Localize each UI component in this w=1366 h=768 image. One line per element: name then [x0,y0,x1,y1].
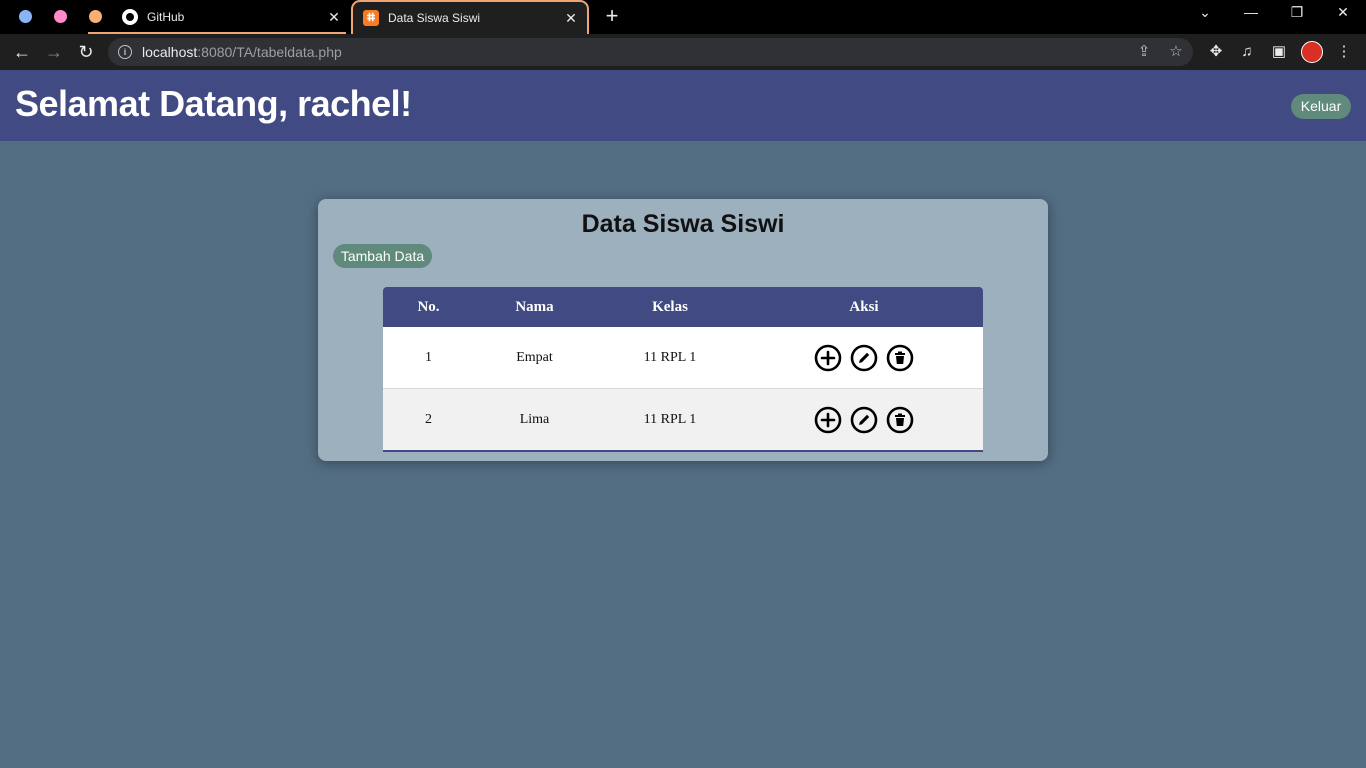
logout-button[interactable]: Keluar [1291,94,1351,119]
data-card: Data Siswa Siswi Tambah Data No. Nama Ke… [318,199,1048,461]
close-icon[interactable]: ✕ [324,9,344,26]
cell-no: 2 [425,411,432,427]
forward-icon[interactable]: → [42,40,66,64]
tab-github[interactable]: GitHub ✕ [88,0,350,34]
cell-no: 1 [425,349,432,365]
student-table: No. Nama Kelas Aksi 1 Empat 11 RPL 1 2 L… [383,287,983,452]
edit-icon[interactable] [850,344,878,372]
table-row: 1 Empat 11 RPL 1 [383,327,983,389]
cell-actions [745,406,983,434]
card-title: Data Siswa Siswi [581,210,785,238]
cell-kelas: 11 RPL 1 [643,349,697,365]
close-icon[interactable]: ✕ [561,10,581,27]
tab-search-icon[interactable]: ⌄ [1185,4,1225,21]
restore-icon[interactable]: ❐ [1277,4,1317,21]
github-icon [122,9,138,25]
column-header: No. [417,298,440,315]
welcome-heading: Selamat Datang, rachel! [15,83,412,124]
side-panel-icon[interactable]: ▣ [1269,42,1289,62]
tab-title: GitHub [147,10,185,24]
more-menu-icon[interactable]: ⋮ [1334,42,1354,62]
address-bar[interactable]: i localhost:8080/TA/tabeldata.php ⇪ ☆ [108,38,1193,66]
cell-nama: Empat [516,349,553,365]
cell-actions [745,344,983,372]
tab-group-blue[interactable] [19,10,32,23]
new-tab-icon[interactable]: + [600,5,624,27]
back-icon[interactable]: ← [10,40,34,64]
cell-nama: Lima [519,411,550,427]
minimize-icon[interactable]: — [1231,4,1271,20]
delete-icon[interactable] [886,406,914,434]
page-header: Selamat Datang, rachel! Keluar [0,70,1366,141]
column-header: Kelas [652,298,688,315]
tab-group-orange[interactable] [89,10,102,23]
tab-data-siswa-siswi[interactable]: ⵌ Data Siswa Siswi ✕ [351,0,589,34]
table-header: No. Nama Kelas Aksi [383,287,983,327]
column-header: Aksi [849,298,879,315]
xampp-icon: ⵌ [363,10,379,26]
window-close-icon[interactable]: ✕ [1323,4,1363,21]
tab-group-pink[interactable] [54,10,67,23]
cell-kelas: 11 RPL 1 [643,411,697,427]
tab-title: Data Siswa Siswi [388,11,481,25]
bookmark-star-icon[interactable]: ☆ [1166,42,1186,62]
site-info-icon[interactable]: i [118,45,132,59]
media-control-icon[interactable]: ♫ [1237,42,1257,62]
share-icon[interactable]: ⇪ [1134,42,1154,62]
url-text[interactable]: localhost:8080/TA/tabeldata.php [142,44,342,60]
browser-toolbar: ← → ↻ i localhost:8080/TA/tabeldata.php … [0,34,1366,70]
edit-icon[interactable] [850,406,878,434]
profile-avatar[interactable] [1301,41,1323,63]
delete-icon[interactable] [886,344,914,372]
add-data-button[interactable]: Tambah Data [333,244,432,268]
column-header: Nama [515,298,554,315]
extensions-icon[interactable]: ✥ [1206,42,1226,62]
plus-circle-icon[interactable] [814,406,842,434]
browser-tab-strip: GitHub ✕ ⵌ Data Siswa Siswi ✕ + ⌄ — ❐ ✕ [0,0,1366,34]
table-row: 2 Lima 11 RPL 1 [383,389,983,450]
reload-icon[interactable]: ↻ [74,40,98,64]
plus-circle-icon[interactable] [814,344,842,372]
